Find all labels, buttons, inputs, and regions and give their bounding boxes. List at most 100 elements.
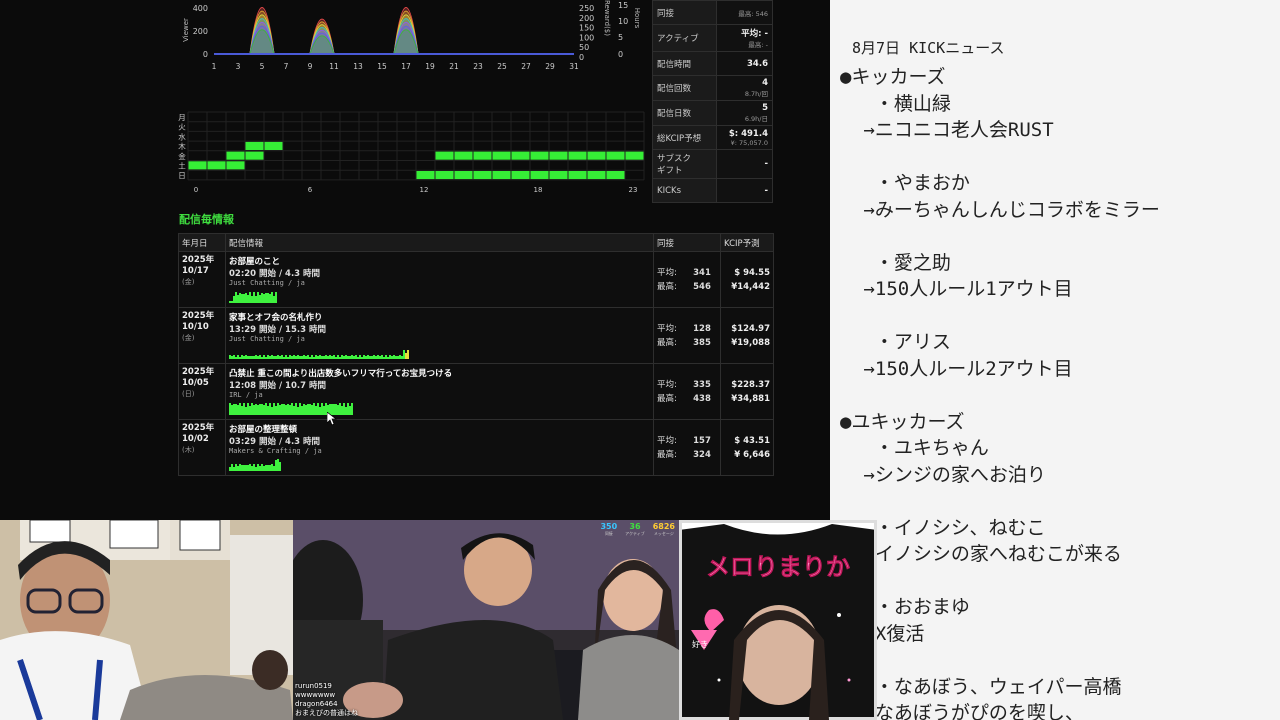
y-tick-right2: 5 [618,33,623,42]
session-title[interactable]: 家事とオフ会の名札作り [229,311,650,323]
overlay-stat: 350 同接 [600,522,618,536]
kcip-jpy: ¥ 6,646 [734,449,770,460]
day-label: 土 [178,161,186,171]
y-tick-right: 0 [579,53,584,62]
max-value: 324 [693,449,711,460]
max-label: 最高: [657,281,677,292]
y-tick-right: 200 [579,14,594,23]
heatmap-cell [587,151,606,160]
heatmap-cell [416,171,435,180]
session-row[interactable]: 2025年 10/17 (金) お部屋のこと 02:20 開始 / 4.3 時間 Jus… [178,251,774,308]
webcam-left [0,520,293,720]
x-tick: 18 [534,186,543,193]
heatmap-cell [549,151,568,160]
day-label: 月 [178,113,186,122]
chat-message: wwwwwww [295,691,336,699]
stats-value: $: 491.4 ¥: 75,057.0 [716,125,773,150]
max-label: 最高: [657,337,677,348]
avg-value: 341 [693,267,711,278]
x-tick: 7 [284,62,289,71]
avg-value: 335 [693,379,711,390]
kcip-usd: $ 43.51 [734,435,770,446]
webcam-center: 350 同接 36 アクティブ 6826 メッセージ rurun0519 wwwwwww dr… [293,520,679,720]
heatmap-cell [511,171,530,180]
stats-value: 34.6 [716,51,773,76]
x-tick: 19 [425,62,435,71]
stats-key: KICKs [652,178,717,203]
stats-value-main: $: 491.4 [728,128,768,139]
session-info: お部屋のこと 02:20 開始 / 4.3 時間 Just Chatting / j… [225,251,654,308]
session-date: 2025年 10/17 (金) [178,251,226,308]
y-tick-right: 50 [579,43,589,52]
y-axis-label-right1: Reward($) [603,0,611,36]
session-dow: (木) [182,446,195,454]
stats-key: サブスク ギフト [652,149,717,179]
session-md: 10/17 [182,266,209,276]
stream-overlay-stats: 350 同接 36 アクティブ 6826 メッセージ [592,522,675,537]
sessions-table: 年月日 配信情報 同接 KCIP予測 2025年 10/17 (金) お部屋のこと 0… [178,233,774,476]
x-tick: 21 [449,62,459,71]
kcip-jpy: ¥14,442 [731,281,770,292]
y-tick-left: 0 [203,50,208,59]
avg-label: 平均: [657,379,677,390]
kcip-jpy: ¥19,088 [731,337,770,348]
y-tick-right: 150 [579,24,594,33]
chat-message: おまえぴの普通はね [295,709,358,717]
col-kcip[interactable]: KCIP予測 [720,233,774,252]
y-tick-left: 400 [193,4,208,13]
session-row[interactable]: 2025年 10/02 (木) お部屋の整理整頓 03:29 開始 / 4.3 時間 M… [178,419,774,476]
tshirt-image: 好き メロりまりか [679,520,877,720]
session-viewers: 平均: 335 最高: 438 [653,363,721,420]
y-tick-right: 250 [579,4,594,13]
heatmap-cell [473,171,492,180]
col-date[interactable]: 年月日 [178,233,226,252]
avg-value: 157 [693,435,711,446]
notes-line: ・ユキちゃん [852,437,989,459]
spark-bar [275,292,277,303]
heatmap-cell [492,171,511,180]
stats-key: 同接 [652,0,717,25]
overlay-stat-label: メッセージ [653,531,674,536]
heatmap-cell [245,151,264,160]
x-tick: 25 [497,62,507,71]
stats-row: 配信日数 5 6.9h/日 [652,100,773,126]
session-info: 凸禁止 重この間より出店数多いフリマ行ってお宝見つける 12:08 開始 / 10… [225,363,654,420]
session-kcip: $ 43.51 ¥ 6,646 [720,419,774,476]
overlay-stat-label: アクティブ [625,531,645,536]
x-tick: 15 [377,62,387,71]
notes-line: →シンジの家へお泊り [852,463,1046,486]
stats-row: アクティブ 平均: - 最高: - [652,24,773,52]
y-tick-right: 100 [579,33,594,42]
stats-value: 平均: - 最高: - [716,24,773,52]
spark-bar [279,462,281,471]
session-category: IRL / ja [229,391,263,399]
session-title[interactable]: 凸禁止 重この間より出店数多いフリマ行ってお宝見つける [229,367,650,379]
session-md: 10/05 [182,378,209,388]
session-time: 02:20 開始 / 4.3 時間 [229,269,321,279]
session-title[interactable]: お部屋の整理整頓 [229,423,650,435]
heatmap-cell [454,171,473,180]
heatmap-cell [435,171,454,180]
session-date: 2025年 10/10 (金) [178,307,226,364]
session-row[interactable]: 2025年 10/10 (金) 家事とオフ会の名札作り 13:29 開始 / 15.3… [178,307,774,364]
stats-value-main: 34.6 [747,58,768,69]
day-label: 金 [178,151,186,161]
session-title[interactable]: お部屋のこと [229,255,650,267]
overlay-stat: 6826 メッセージ [652,522,675,536]
overlay-stat: 36 アクティブ [625,522,645,536]
session-sparkline [229,345,650,359]
stats-row: KICKs - [652,178,773,203]
col-info[interactable]: 配信情報 [225,233,654,252]
chat-message: dragon6464 [295,700,338,708]
col-viewers[interactable]: 同接 [653,233,721,252]
heatmap-cell [568,151,587,160]
x-tick: 29 [545,62,555,71]
session-sparkline [229,289,650,303]
stats-key: アクティブ [652,24,717,52]
x-tick: 5 [260,62,265,71]
y-tick-left: 200 [193,27,208,36]
session-md: 10/02 [182,434,209,444]
section-title: 配信毎情報 [179,213,234,226]
session-row[interactable]: 2025年 10/05 (日) 凸禁止 重この間より出店数多いフリマ行ってお宝見つけ… [178,363,774,420]
session-viewers: 平均: 157 最高: 324 [653,419,721,476]
